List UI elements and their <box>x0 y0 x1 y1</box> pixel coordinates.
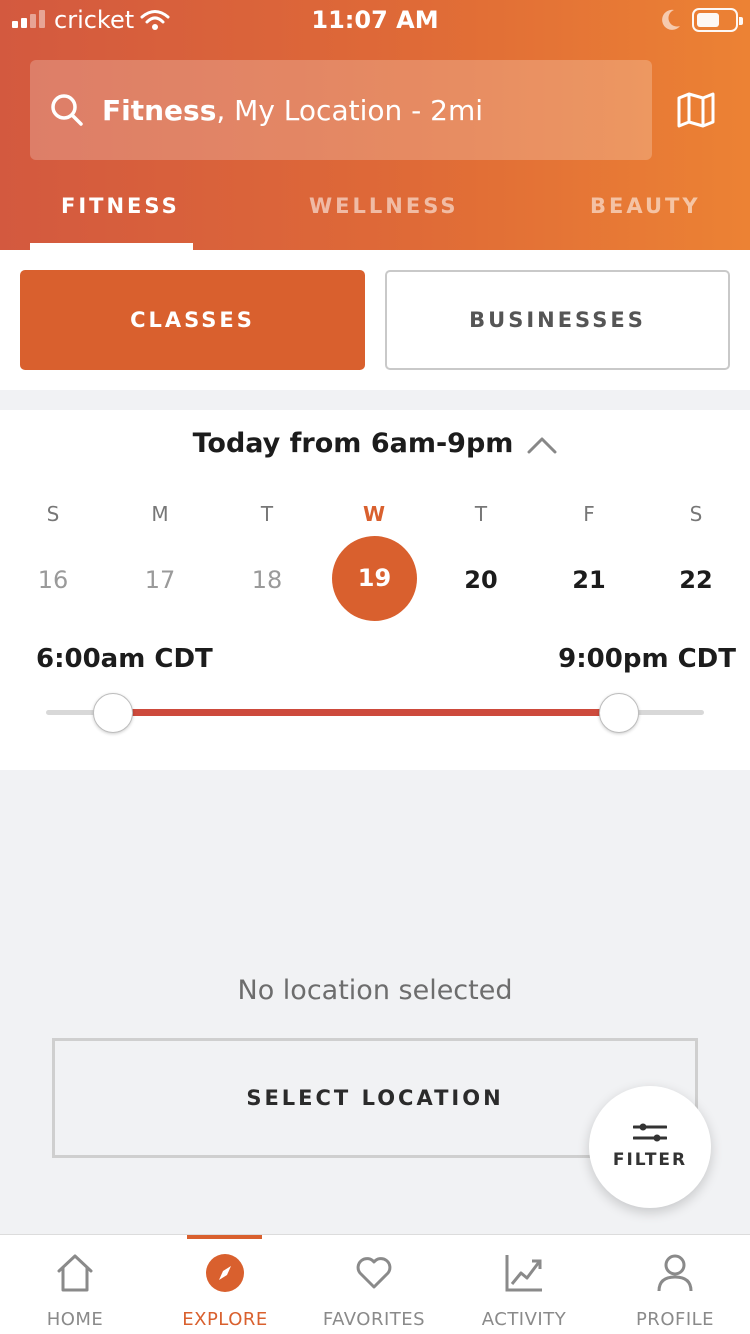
chart-icon <box>505 1255 542 1292</box>
nav-label: HOME <box>46 1309 104 1330</box>
day-mon[interactable]: M 17 <box>115 502 205 600</box>
filter-label: FILTER <box>612 1150 688 1170</box>
day-wed[interactable]: W <box>329 502 419 532</box>
day-name: T <box>474 502 488 526</box>
search-icon <box>51 94 83 126</box>
heart-icon <box>356 1257 392 1289</box>
header: cricket 11:07 AM Fitness, My Location - … <box>0 0 750 250</box>
day-sat[interactable]: S 22 <box>651 502 741 600</box>
businesses-button[interactable]: BUSINESSES <box>385 270 730 370</box>
time-range-selected <box>113 709 619 716</box>
nav-activity[interactable]: ACTIVITY <box>449 1235 599 1334</box>
schedule-header[interactable]: Today from 6am-9pm <box>0 428 750 459</box>
battery-icon <box>692 8 743 32</box>
tab-beauty[interactable]: BEAUTY <box>590 194 701 218</box>
start-time-handle[interactable] <box>93 693 133 733</box>
tab-fitness[interactable]: FITNESS <box>61 194 180 218</box>
search-location: , My Location - 2mi <box>216 93 484 127</box>
view-toggle: CLASSES BUSINESSES <box>0 250 750 390</box>
classes-button[interactable]: CLASSES <box>20 270 365 370</box>
nav-explore[interactable]: EXPLORE <box>150 1235 300 1334</box>
schedule-title: Today from 6am-9pm <box>192 428 514 459</box>
sliders-icon <box>633 1123 667 1142</box>
bottom-nav: HOME EXPLORE FAVORITES ACTIVITY PROFILE <box>0 1234 750 1334</box>
nav-label: EXPLORE <box>182 1309 268 1330</box>
nav-label: PROFILE <box>635 1309 715 1330</box>
search-category: Fitness <box>102 93 217 127</box>
day-fri[interactable]: F 21 <box>544 502 634 600</box>
tab-wellness[interactable]: WELLNESS <box>309 194 459 218</box>
compass-icon <box>206 1254 244 1292</box>
day-number: 18 <box>251 566 283 594</box>
moon-icon <box>662 9 680 30</box>
active-tab-indicator <box>30 243 193 250</box>
filter-button[interactable]: FILTER <box>589 1086 711 1208</box>
day-number: 21 <box>572 566 606 594</box>
day-name: S <box>46 502 60 526</box>
person-icon <box>657 1254 693 1292</box>
search-query: Fitness, My Location - 2mi <box>102 94 483 127</box>
nav-profile[interactable]: PROFILE <box>600 1235 750 1334</box>
chevron-up-icon <box>527 437 557 453</box>
selected-day-number[interactable]: 19 <box>332 536 417 621</box>
day-name: F <box>583 502 595 526</box>
nav-home[interactable]: HOME <box>0 1235 150 1334</box>
clock: 11:07 AM <box>311 6 439 34</box>
empty-message: No location selected <box>237 975 513 1006</box>
day-thu[interactable]: T 20 <box>436 502 526 600</box>
nav-label: FAVORITES <box>322 1309 426 1330</box>
home-icon <box>57 1254 93 1292</box>
day-number: 20 <box>464 566 498 594</box>
day-number: 16 <box>37 566 69 594</box>
nav-label: ACTIVITY <box>481 1309 567 1330</box>
start-time-label: 6:00am CDT <box>36 644 213 674</box>
status-bar: cricket 11:07 AM <box>0 0 750 42</box>
map-icon[interactable] <box>676 92 716 128</box>
day-name: M <box>151 502 169 526</box>
nav-favorites[interactable]: FAVORITES <box>299 1235 449 1334</box>
day-name: T <box>260 502 274 526</box>
day-tue[interactable]: T 18 <box>222 502 312 600</box>
end-time-handle[interactable] <box>599 693 639 733</box>
day-name: W <box>362 502 386 526</box>
day-number: 22 <box>679 566 713 594</box>
day-sun[interactable]: S 16 <box>8 502 98 600</box>
end-time-label: 9:00pm CDT <box>558 644 736 674</box>
day-name: S <box>689 502 703 526</box>
day-number: 17 <box>144 566 176 594</box>
search-bar[interactable]: Fitness, My Location - 2mi <box>30 60 652 160</box>
category-tabs: FITNESS WELLNESS BEAUTY <box>0 170 750 250</box>
